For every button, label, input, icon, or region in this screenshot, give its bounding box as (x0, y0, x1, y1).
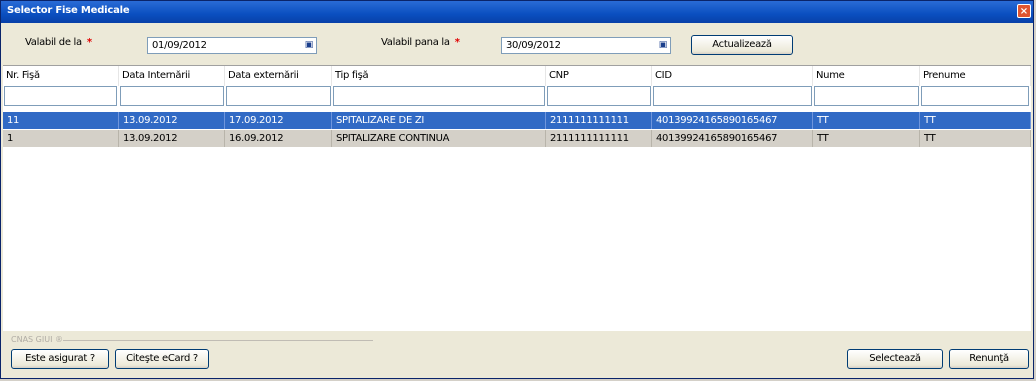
table-row[interactable]: 11 13.09.2012 17.09.2012 SPITALIZARE DE … (3, 112, 1031, 129)
filter-input-data-internare[interactable] (120, 86, 224, 106)
filter-input-prenume[interactable] (921, 86, 1029, 106)
calendar-icon[interactable]: ▣ (658, 40, 668, 50)
column-header[interactable]: Nr. Fişă (3, 66, 119, 86)
table-row[interactable]: 1 13.09.2012 16.09.2012 SPITALIZARE CONT… (3, 130, 1031, 147)
close-button[interactable]: × (1017, 4, 1031, 18)
column-header[interactable]: Data externării (225, 66, 332, 86)
filter-input-cid[interactable] (653, 86, 812, 106)
read-ecard-button[interactable]: Citeşte eCard ? (115, 349, 209, 369)
column-header[interactable]: Data Internării (119, 66, 225, 86)
column-header[interactable]: CNP (546, 66, 652, 86)
from-date-field[interactable]: 01/09/2012 ▣ (147, 37, 317, 54)
dialog-window: Selector Fise Medicale × Valabil de la * … (0, 0, 1034, 379)
table-cell: 11 (3, 112, 119, 129)
table-cell: 40139924165890165467 (652, 112, 813, 129)
table-cell: 2111111111111 (546, 130, 652, 147)
table-cell: 1 (3, 130, 119, 147)
from-date-value: 01/09/2012 (152, 40, 207, 51)
from-date-label: Valabil de la * (25, 37, 92, 48)
check-insured-button[interactable]: Este asigurat ? (11, 349, 109, 369)
table-cell: TT (813, 130, 920, 147)
table-cell: 13.09.2012 (119, 130, 225, 147)
calendar-icon[interactable]: ▣ (304, 40, 314, 50)
filter-input-cnp[interactable] (547, 86, 651, 106)
filter-input-nume[interactable] (814, 86, 919, 106)
column-header[interactable]: Prenume (920, 66, 1031, 86)
table-cell: SPITALIZARE DE ZI (332, 112, 546, 129)
table-cell: TT (813, 112, 920, 129)
table-cell: TT (920, 130, 1031, 147)
filter-input-nr[interactable] (4, 86, 117, 106)
group-divider (63, 340, 373, 341)
cnas-group-label: CNAS GIUI ® (11, 335, 63, 344)
medical-records-table: Nr. Fişă Data Internării Data externării… (3, 65, 1031, 332)
refresh-button[interactable]: Actualizează (691, 35, 793, 55)
filter-input-data-externare[interactable] (226, 86, 331, 106)
select-button[interactable]: Selectează (847, 349, 943, 369)
window-title: Selector Fise Medicale (7, 5, 130, 16)
to-date-field[interactable]: 30/09/2012 ▣ (501, 37, 671, 54)
cancel-button[interactable]: Renunţă (949, 349, 1029, 369)
filter-input-tip-fisa[interactable] (333, 86, 545, 106)
table-cell: 13.09.2012 (119, 112, 225, 129)
filter-bar: Valabil de la * 01/09/2012 ▣ Valabil pana… (3, 24, 1031, 64)
table-cell: 17.09.2012 (225, 112, 332, 129)
column-header[interactable]: Nume (813, 66, 920, 86)
footer-bar: CNAS GIUI ® Este asigurat ? Citeşte eCar… (3, 331, 1031, 377)
column-header[interactable]: CID (652, 66, 813, 86)
to-date-label: Valabil pana la * (381, 37, 460, 48)
column-header[interactable]: Tip fişă (332, 66, 546, 86)
to-date-value: 30/09/2012 (506, 40, 561, 51)
table-cell: 40139924165890165467 (652, 130, 813, 147)
table-cell: 2111111111111 (546, 112, 652, 129)
table-cell: 16.09.2012 (225, 130, 332, 147)
table-cell: TT (920, 112, 1031, 129)
table-cell: SPITALIZARE CONTINUA (332, 130, 546, 147)
title-bar[interactable]: Selector Fise Medicale × (1, 1, 1033, 23)
